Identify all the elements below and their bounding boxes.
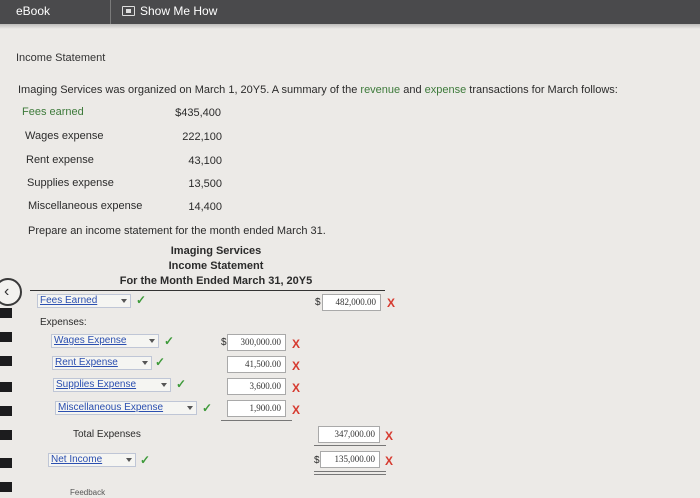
total-expenses-input[interactable]: 347,000.00 <box>318 426 380 443</box>
expense-amount-input-2[interactable]: 41,500.00 <box>227 356 286 373</box>
expense-account-select-4[interactable]: Miscellaneous Expense <box>55 401 197 415</box>
screen-icon <box>122 6 135 16</box>
expense-select-value-3: Supplies Expense <box>56 379 137 390</box>
expenses-label: Expenses: <box>40 317 87 328</box>
chevron-down-icon <box>142 361 148 365</box>
instruction-text: Prepare an income statement for the mont… <box>28 225 326 237</box>
incorrect-x-icon: X <box>292 337 301 351</box>
left-edge-strip <box>0 270 14 498</box>
chevron-down-icon <box>149 339 155 343</box>
chevron-down-icon <box>187 406 193 410</box>
toolbar-shadow <box>0 24 700 29</box>
correct-check-icon: ✓ <box>176 377 187 391</box>
revenue-select-value: Fees Earned <box>40 295 98 306</box>
incorrect-x-icon: X <box>292 403 301 417</box>
dollar-sign: $ <box>221 337 227 348</box>
expense-select-value-4: Miscellaneous Expense <box>58 402 164 413</box>
expense-account-select-1[interactable]: Wages Expense <box>51 334 159 348</box>
chevron-down-icon <box>161 383 167 387</box>
revenue-amount-input[interactable]: 482,000.00 <box>322 294 381 311</box>
summary-label-misc: Miscellaneous expense <box>28 200 143 212</box>
statement-name: Income Statement <box>168 260 264 272</box>
incorrect-x-icon: X <box>387 296 396 310</box>
summary-label-supplies: Supplies expense <box>27 177 114 189</box>
incorrect-x-icon: X <box>292 381 301 395</box>
expense-amount-input-3[interactable]: 3,600.00 <box>227 378 286 395</box>
toolbar-divider <box>110 0 111 24</box>
intro-text-middle: and <box>400 84 425 96</box>
problem-intro: Imaging Services was organized on March … <box>18 84 618 96</box>
incorrect-x-icon: X <box>292 359 301 373</box>
top-toolbar: eBook Show Me How <box>0 0 700 24</box>
total-rule <box>314 445 386 446</box>
expense-amount-input-4[interactable]: 1,900.00 <box>227 400 286 417</box>
feedback-label[interactable]: Feedback <box>70 488 105 497</box>
correct-check-icon: ✓ <box>140 453 151 467</box>
summary-value-supplies: 13,500 <box>188 178 222 190</box>
section-title: Income Statement <box>16 52 106 64</box>
chevron-down-icon <box>126 458 132 462</box>
show-me-how-button[interactable]: Show Me How <box>122 4 217 18</box>
expense-select-value-1: Wages Expense <box>54 335 127 346</box>
show-me-how-label: Show Me How <box>140 4 218 18</box>
chevron-down-icon <box>121 299 127 303</box>
incorrect-x-icon: X <box>385 429 394 443</box>
summary-value-rent: 43,100 <box>188 155 222 167</box>
net-income-input[interactable]: 135,000.00 <box>320 451 380 468</box>
summary-value-wages: 222,100 <box>182 131 222 143</box>
summary-value-misc: 14,400 <box>188 201 222 213</box>
correct-check-icon: ✓ <box>164 334 175 348</box>
expense-account-select-2[interactable]: Rent Expense <box>52 356 152 370</box>
correct-check-icon: ✓ <box>155 355 166 369</box>
dollar-sign: $ <box>315 297 321 308</box>
statement-period: For the Month Ended March 31, 20Y5 <box>119 275 313 287</box>
correct-check-icon: ✓ <box>136 293 147 307</box>
revenue-term-link[interactable]: revenue <box>360 84 400 96</box>
revenue-account-select[interactable]: Fees Earned <box>37 294 131 308</box>
statement-company: Imaging Services <box>170 245 262 257</box>
expense-subtotal-rule <box>221 420 292 421</box>
summary-label-fees: Fees earned <box>22 106 84 118</box>
summary-label-rent: Rent expense <box>26 154 94 166</box>
summary-value-fees: $435,400 <box>175 107 221 119</box>
incorrect-x-icon: X <box>385 454 394 468</box>
expense-account-select-3[interactable]: Supplies Expense <box>53 378 171 392</box>
expense-term-link[interactable]: expense <box>425 84 467 96</box>
total-expenses-label: Total Expenses <box>73 429 141 440</box>
heading-underline <box>30 290 385 291</box>
summary-label-wages: Wages expense <box>25 130 104 142</box>
net-double-rule-bottom <box>314 474 386 475</box>
ebook-button[interactable]: eBook <box>16 4 50 18</box>
expense-select-value-2: Rent Expense <box>55 357 118 368</box>
intro-text-end: transactions for March follows: <box>466 84 618 96</box>
correct-check-icon: ✓ <box>202 401 213 415</box>
expense-amount-input-1[interactable]: 300,000.00 <box>227 334 286 351</box>
intro-text-start: Imaging Services was organized on March … <box>18 84 361 96</box>
dollar-sign: $ <box>314 455 320 466</box>
net-select-value: Net Income <box>51 454 103 465</box>
net-double-rule-top <box>314 471 386 472</box>
net-income-select[interactable]: Net Income <box>48 453 136 467</box>
